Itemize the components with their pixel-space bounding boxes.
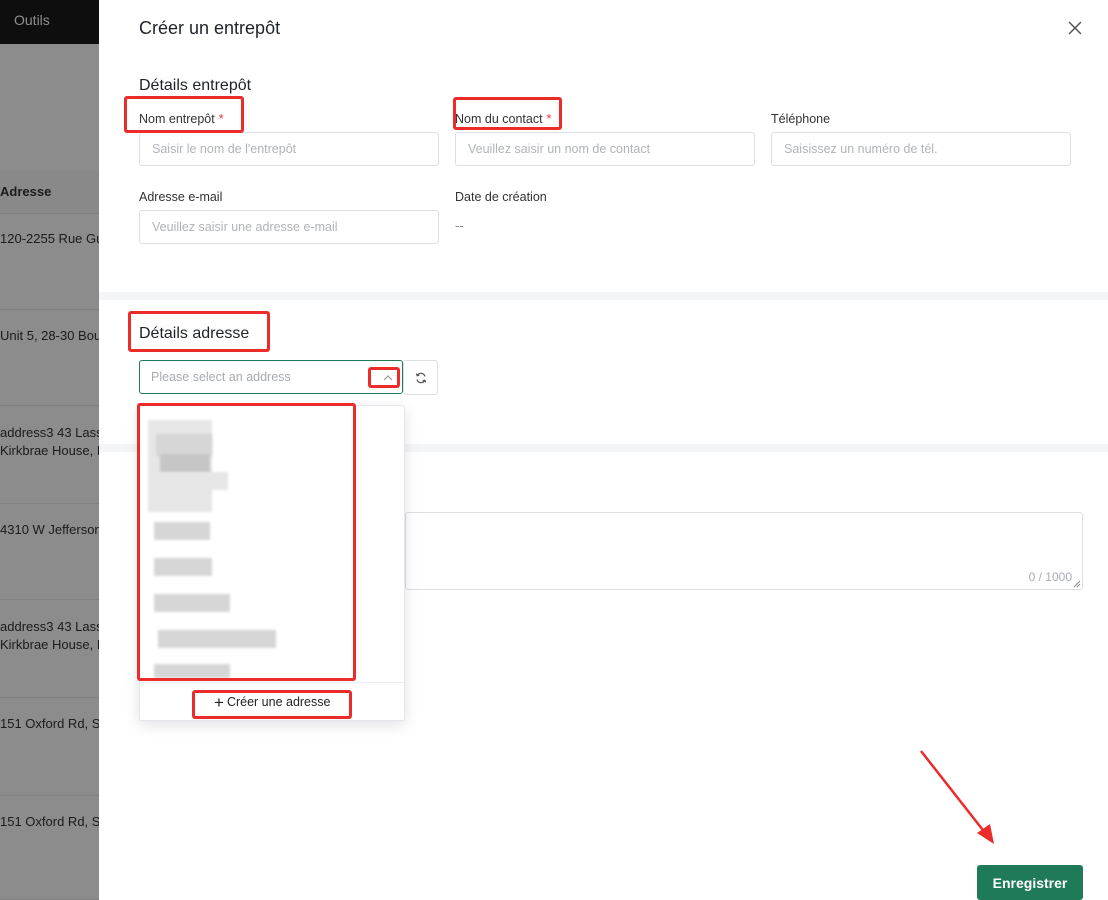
required-mark: * — [546, 112, 552, 126]
resize-grip-icon[interactable] — [1073, 580, 1081, 588]
section-title-warehouse: Détails entrepôt — [139, 77, 252, 94]
address-select[interactable]: Please select an address — [139, 360, 403, 394]
section-divider — [99, 292, 1108, 300]
character-counter: 0 / 1000 — [1028, 570, 1072, 584]
required-mark: * — [218, 112, 224, 126]
plus-icon: + — [214, 693, 224, 712]
address-dropdown: + Créer une adresse — [139, 405, 405, 721]
phone-label: Téléphone — [771, 112, 831, 126]
dropdown-footer: + Créer une adresse — [140, 682, 404, 720]
remarks-textarea[interactable]: 0 / 1000 — [405, 512, 1083, 590]
close-icon — [1068, 21, 1082, 35]
dropdown-option[interactable] — [140, 584, 404, 618]
contact-name-label: Nom du contact * — [455, 112, 552, 126]
create-address-label: Créer une adresse — [226, 695, 331, 709]
save-button[interactable]: Enregistrer — [977, 865, 1083, 900]
warehouse-name-input[interactable]: Saisir le nom de l'entrepôt — [139, 132, 439, 166]
email-label: Adresse e-mail — [139, 190, 223, 204]
address-select-placeholder: Please select an address — [151, 370, 291, 384]
dropdown-option[interactable] — [140, 620, 404, 654]
dropdown-option[interactable] — [140, 656, 404, 680]
close-button[interactable] — [1065, 18, 1085, 38]
refresh-address-button[interactable] — [403, 360, 438, 395]
refresh-icon — [415, 372, 427, 384]
section-title-address: Détails adresse — [139, 325, 250, 342]
creation-date-value: -- — [455, 218, 464, 233]
warehouse-name-label: Nom entrepôt * — [139, 112, 224, 126]
chevron-up-icon[interactable] — [376, 369, 400, 387]
email-input[interactable]: Veuillez saisir une adresse e-mail — [139, 210, 439, 244]
creation-date-label: Date de création — [455, 190, 547, 204]
drawer-title: Créer un entrepôt — [139, 18, 281, 38]
contact-name-input[interactable]: Veuillez saisir un nom de contact — [455, 132, 755, 166]
dropdown-option[interactable] — [140, 410, 404, 512]
create-address-button[interactable]: + Créer une adresse — [214, 693, 331, 712]
phone-input[interactable]: Saisissez un numéro de tél. — [771, 132, 1071, 166]
dropdown-option[interactable] — [140, 512, 404, 546]
dropdown-option[interactable] — [140, 548, 404, 582]
